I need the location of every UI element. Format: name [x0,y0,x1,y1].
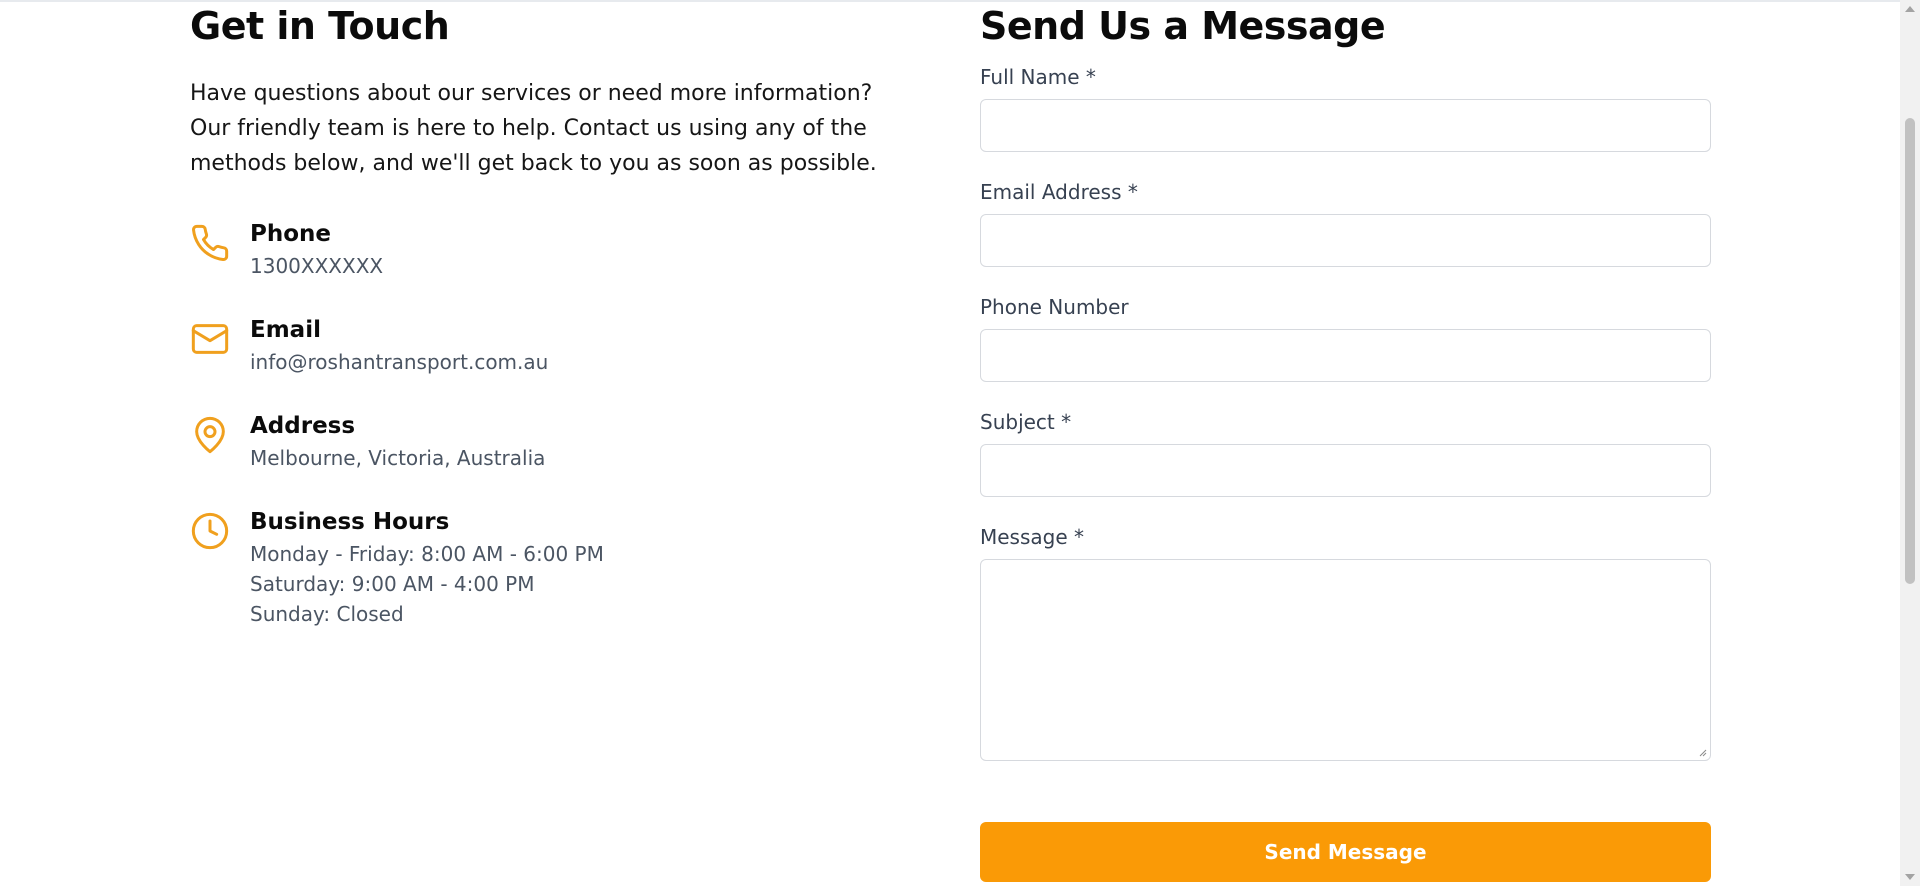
contact-hours-title: Business Hours [250,509,450,535]
phone-icon [190,223,230,263]
contact-item-business-hours: Business Hours Monday - Friday: 8:00 AM … [190,507,910,629]
mail-icon [190,319,230,359]
message-form-heading: Send Us a Message [980,4,1386,48]
map-pin-icon [190,415,230,455]
message-form-section: Send Us a Message Full Name * Email Addr… [980,0,1712,882]
subject-label: Subject * [980,410,1072,434]
contact-info-section: Get in Touch Have questions about our se… [190,0,910,663]
clock-icon [190,511,230,551]
contact-page: Get in Touch Have questions about our se… [0,0,1900,886]
hours-saturday: Saturday: 9:00 AM - 4:00 PM [250,572,535,596]
phone-number-label: Phone Number [980,295,1129,319]
contact-email-value[interactable]: info@roshantransport.com.au [250,347,548,377]
send-message-button[interactable]: Send Message [980,822,1711,882]
contact-item-phone: Phone 1300XXXXXX [190,219,910,281]
contact-address-title: Address [250,413,356,439]
email-label: Email Address * [980,180,1138,204]
message-label: Message * [980,525,1085,549]
full-name-label: Full Name * [980,65,1096,89]
email-input[interactable] [980,214,1711,267]
contact-email-title: Email [250,317,321,343]
contact-phone-title: Phone [250,221,332,247]
contact-info-heading: Get in Touch [190,4,450,48]
contact-item-email: Email info@roshantransport.com.au [190,315,910,377]
phone-number-input[interactable] [980,329,1711,382]
scrollbar-thumb[interactable] [1905,118,1915,584]
hours-sunday: Sunday: Closed [250,602,404,626]
full-name-input[interactable] [980,99,1711,152]
message-textarea[interactable] [980,559,1711,761]
contact-address-value: Melbourne, Victoria, Australia [250,446,546,470]
scroll-up-arrow-icon[interactable] [1905,6,1915,12]
scroll-down-arrow-icon[interactable] [1905,874,1915,880]
contact-phone-value[interactable]: 1300XXXXXX [250,251,383,281]
contact-item-address: Address Melbourne, Victoria, Australia [190,411,910,473]
hours-weekday: Monday - Friday: 8:00 AM - 6:00 PM [250,542,604,566]
contact-methods-list: Phone 1300XXXXXX Email info@roshantransp… [190,219,910,629]
contact-form: Full Name * Email Address * Phone Number… [980,64,1712,882]
contact-intro-text: Have questions about our services or nee… [190,81,877,176]
resize-grip-icon[interactable] [1697,747,1707,757]
subject-input[interactable] [980,444,1711,497]
page-scrollbar[interactable] [1900,0,1920,886]
